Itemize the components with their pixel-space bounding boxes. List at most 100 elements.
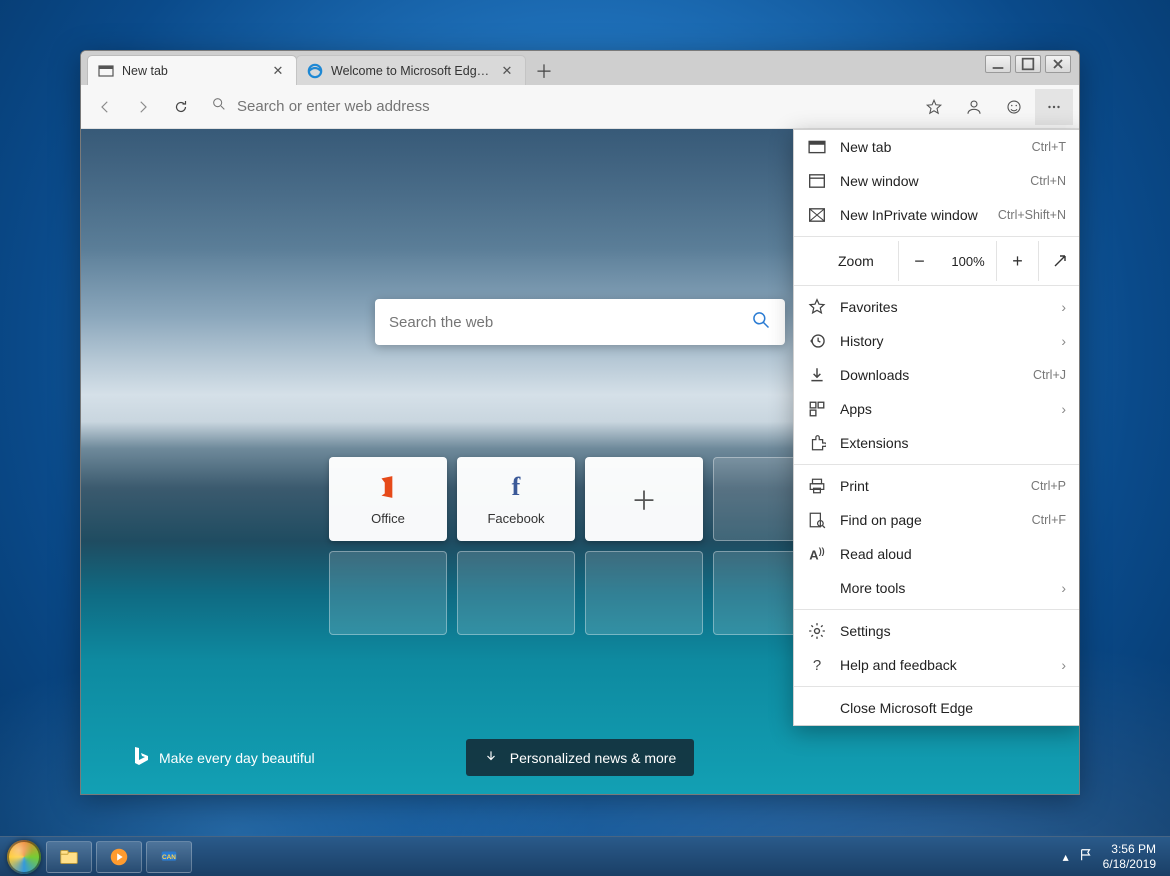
menu-close-edge[interactable]: Close Microsoft Edge	[794, 691, 1080, 725]
zoom-label: Zoom	[794, 253, 898, 269]
feedback-smiley-button[interactable]	[995, 89, 1033, 125]
menu-more-tools[interactable]: More tools ›	[794, 571, 1080, 605]
menu-extensions[interactable]: Extensions	[794, 426, 1080, 460]
desktop-background: New tab ✕ Welcome to Microsoft Edge Can …	[0, 0, 1170, 876]
menu-apps[interactable]: Apps ›	[794, 392, 1080, 426]
web-search-box[interactable]	[375, 299, 785, 345]
menu-zoom-row: Zoom − 100% +	[794, 241, 1080, 281]
gear-icon	[808, 622, 826, 640]
tab-new-tab[interactable]: New tab ✕	[87, 55, 297, 85]
read-aloud-icon: A))	[808, 545, 826, 563]
footer-tagline: Make every day beautiful	[159, 750, 315, 766]
tab-strip: New tab ✕ Welcome to Microsoft Edge Can …	[81, 51, 1079, 85]
tile-label: Office	[371, 511, 405, 526]
tile-add[interactable]: ＋	[585, 457, 703, 541]
office-icon	[374, 473, 402, 501]
tile-facebook[interactable]: f Facebook	[457, 457, 575, 541]
chevron-right-icon: ›	[1061, 657, 1066, 673]
arrow-down-icon	[484, 749, 498, 766]
clock-time: 3:56 PM	[1103, 842, 1156, 856]
fullscreen-button[interactable]	[1038, 241, 1080, 281]
forward-button[interactable]	[125, 89, 161, 125]
menu-downloads[interactable]: Downloads Ctrl+J	[794, 358, 1080, 392]
help-icon: ?	[808, 656, 826, 674]
new-tab-button[interactable]: ＋	[530, 57, 558, 85]
close-icon[interactable]: ✕	[499, 63, 515, 79]
chevron-right-icon: ›	[1061, 401, 1066, 417]
tray-chevron-icon[interactable]: ▴	[1063, 850, 1069, 864]
window-icon	[808, 172, 826, 190]
menu-favorites[interactable]: Favorites ›	[794, 290, 1080, 324]
bing-icon	[131, 745, 149, 770]
history-icon	[808, 332, 826, 350]
quick-links-grid: Office f Facebook ＋	[329, 457, 831, 635]
find-icon	[808, 511, 826, 529]
tile-empty[interactable]	[585, 551, 703, 635]
taskbar: CAN ▴ 3:56 PM 6/18/2019	[0, 836, 1170, 876]
tab-title: Welcome to Microsoft Edge Can	[331, 64, 491, 78]
favorite-star-button[interactable]	[915, 89, 953, 125]
chevron-right-icon: ›	[1061, 333, 1066, 349]
edge-icon	[307, 63, 323, 79]
menu-new-tab[interactable]: New tab Ctrl+T	[794, 130, 1080, 164]
menu-new-window[interactable]: New window Ctrl+N	[794, 164, 1080, 198]
menu-help[interactable]: ? Help and feedback ›	[794, 648, 1080, 682]
print-icon	[808, 477, 826, 495]
taskbar-explorer[interactable]	[46, 841, 92, 873]
tab-title: New tab	[122, 64, 262, 78]
clock-date: 6/18/2019	[1103, 857, 1156, 871]
system-tray: ▴ 3:56 PM 6/18/2019	[1063, 842, 1166, 871]
back-button[interactable]	[87, 89, 123, 125]
windows-logo-icon	[7, 840, 41, 874]
apps-icon	[808, 400, 826, 418]
extensions-icon	[808, 434, 826, 452]
taskbar-clock[interactable]: 3:56 PM 6/18/2019	[1103, 842, 1156, 871]
tile-label: Facebook	[487, 511, 544, 526]
personalized-news-button[interactable]: Personalized news & more	[466, 739, 695, 776]
settings-menu-button[interactable]	[1035, 89, 1073, 125]
tile-office[interactable]: Office	[329, 457, 447, 541]
chevron-right-icon: ›	[1061, 299, 1066, 315]
minimize-button[interactable]	[985, 55, 1011, 73]
menu-history[interactable]: History ›	[794, 324, 1080, 358]
toolbar	[81, 85, 1079, 129]
star-icon	[808, 298, 826, 316]
newtab-icon	[98, 63, 114, 79]
tile-empty[interactable]	[329, 551, 447, 635]
close-icon[interactable]: ✕	[270, 63, 286, 79]
taskbar-edge-canary[interactable]: CAN	[146, 841, 192, 873]
menu-print[interactable]: Print Ctrl+P	[794, 469, 1080, 503]
svg-text:CAN: CAN	[162, 853, 176, 860]
tray-flag-icon[interactable]	[1079, 848, 1093, 865]
download-icon	[808, 366, 826, 384]
menu-read-aloud[interactable]: A)) Read aloud	[794, 537, 1080, 571]
maximize-button[interactable]	[1015, 55, 1041, 73]
facebook-icon: f	[502, 473, 530, 501]
taskbar-media-player[interactable]	[96, 841, 142, 873]
address-input[interactable]	[237, 98, 903, 115]
chevron-right-icon: ›	[1061, 580, 1066, 596]
address-bar[interactable]	[201, 90, 913, 124]
menu-settings[interactable]: Settings	[794, 614, 1080, 648]
plus-icon: ＋	[630, 485, 658, 513]
zoom-out-button[interactable]: −	[898, 241, 940, 281]
close-window-button[interactable]	[1045, 55, 1071, 73]
browser-window: New tab ✕ Welcome to Microsoft Edge Can …	[80, 50, 1080, 795]
start-button[interactable]	[4, 837, 44, 876]
menu-new-inprivate[interactable]: New InPrivate window Ctrl+Shift+N	[794, 198, 1080, 232]
profile-button[interactable]	[955, 89, 993, 125]
web-search-input[interactable]	[389, 314, 751, 331]
settings-menu: New tab Ctrl+T New window Ctrl+N New InP…	[793, 129, 1080, 726]
new-tab-icon	[808, 138, 826, 156]
new-tab-footer: Make every day beautiful Personalized ne…	[81, 739, 1079, 776]
inprivate-icon	[808, 206, 826, 224]
menu-find[interactable]: Find on page Ctrl+F	[794, 503, 1080, 537]
footer-center-label: Personalized news & more	[510, 750, 677, 766]
tile-empty[interactable]	[457, 551, 575, 635]
tab-welcome[interactable]: Welcome to Microsoft Edge Can ✕	[296, 55, 526, 85]
zoom-in-button[interactable]: +	[996, 241, 1038, 281]
zoom-value: 100%	[940, 254, 996, 269]
refresh-button[interactable]	[163, 89, 199, 125]
search-icon	[211, 96, 227, 117]
search-icon[interactable]	[751, 310, 771, 335]
